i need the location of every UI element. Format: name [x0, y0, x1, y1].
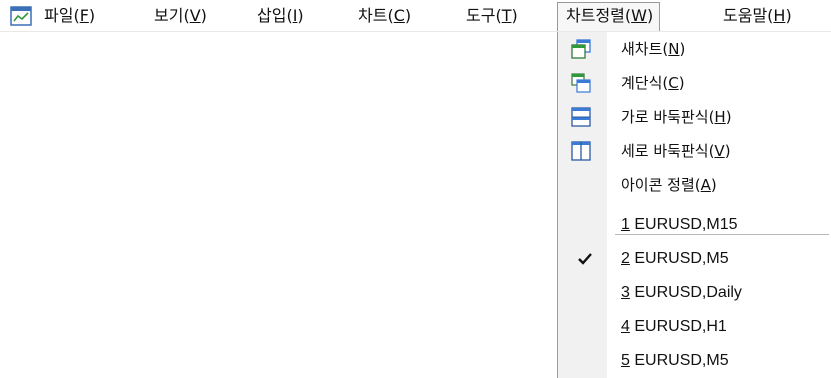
new-window-close: ) [679, 40, 686, 58]
chart-window-icon[interactable] [10, 5, 32, 27]
menu-chart-label: 차트( [358, 6, 394, 25]
arrange-icons-close: ) [710, 176, 717, 194]
menu-help-close: ) [785, 6, 792, 25]
menu-help[interactable]: 도움말(H) [723, 4, 792, 28]
arrange-icons-text: 아이콘 정렬( [621, 176, 701, 194]
menu-item-tile-horizontal[interactable]: 가로 바둑판식(H) [558, 100, 831, 134]
window-3-text: EURUSD,Daily [629, 284, 742, 301]
menu-item-tile-vertical-label: 세로 바둑판식(V) [621, 134, 731, 168]
menu-tools[interactable]: 도구(T) [466, 4, 518, 28]
cascade-accel: C [668, 74, 679, 92]
window-2-accel: 2 [621, 250, 630, 267]
new-window-icon [571, 39, 591, 59]
menu-window-accel: W [631, 6, 647, 25]
menu-item-cascade[interactable]: 계단식(C) [558, 66, 831, 100]
menu-window-close: ) [646, 6, 654, 25]
tile-vertical-text: 세로 바둑판식( [621, 142, 715, 160]
tile-horizontal-close: ) [725, 108, 732, 126]
menu-help-accel: H [773, 6, 786, 25]
window-3-accel: 3 [621, 284, 630, 301]
tile-horizontal-icon [571, 107, 591, 127]
tile-vertical-close: ) [724, 142, 731, 160]
menu-view[interactable]: 보기(V) [154, 4, 207, 28]
window-4-accel: 4 [621, 318, 630, 335]
new-window-accel: N [668, 40, 680, 58]
menu-item-window-4[interactable]: 4 EURUSD,H1 [558, 310, 831, 344]
window-1-text: EURUSD,M15 [629, 216, 738, 233]
checkmark-icon [578, 253, 592, 265]
window-1-label: 1 EURUSD,M15 [621, 208, 737, 242]
menu-item-arrange-icons-label: 아이콘 정렬(A) [621, 168, 717, 202]
window-5-label: 5 EURUSD,M5 [621, 344, 729, 378]
tile-horizontal-text: 가로 바둑판식( [621, 108, 715, 126]
menu-item-new-window[interactable]: 새차트(N) [558, 32, 831, 66]
menu-item-window-1[interactable]: 1 EURUSD,M15 [558, 208, 831, 242]
menu-tools-label: 도구( [466, 6, 502, 25]
menu-help-label: 도움말( [723, 6, 774, 25]
menu-tools-close: ) [511, 6, 518, 25]
arrange-icons-accel: A [700, 176, 711, 194]
menu-insert-close: ) [297, 6, 304, 25]
menu-item-window-2[interactable]: 2 EURUSD,M5 [558, 242, 831, 276]
menu-file-label: 파일( [44, 6, 80, 25]
menu-tools-accel: T [501, 6, 512, 25]
window-2-text: EURUSD,M5 [629, 250, 729, 267]
menu-item-new-window-label: 새차트(N) [621, 32, 685, 66]
menu-file-close: ) [88, 6, 96, 25]
menu-item-window-3[interactable]: 3 EURUSD,Daily [558, 276, 831, 310]
menu-insert-label: 삽입( [257, 6, 293, 25]
window-1-accel: 1 [621, 216, 630, 233]
tile-vertical-icon [571, 141, 591, 161]
menu-window[interactable]: 차트정렬(W) [557, 2, 661, 33]
tile-vertical-accel: V [714, 142, 725, 160]
menu-item-cascade-label: 계단식(C) [621, 66, 685, 100]
cascade-text: 계단식( [621, 74, 669, 92]
menu-insert[interactable]: 삽입(I) [257, 4, 304, 28]
window-3-label: 3 EURUSD,Daily [621, 276, 742, 310]
window-4-label: 4 EURUSD,H1 [621, 310, 727, 344]
menu-item-window-5[interactable]: 5 EURUSD,M5 [558, 344, 831, 378]
window-4-text: EURUSD,H1 [629, 318, 727, 335]
new-window-text: 새차트( [621, 40, 669, 58]
menu-chart-close: ) [404, 6, 412, 25]
window-2-label: 2 EURUSD,M5 [621, 242, 729, 276]
window-5-accel: 5 [621, 352, 630, 369]
menu-item-tile-horizontal-label: 가로 바둑판식(H) [621, 100, 732, 134]
cascade-close: ) [678, 74, 685, 92]
menu-view-label: 보기( [154, 6, 190, 25]
menu-item-arrange-icons[interactable]: 아이콘 정렬(A) [558, 168, 831, 202]
menu-window-label: 차트정렬( [566, 6, 632, 25]
menu-file-accel: F [79, 6, 89, 25]
window-dropdown-menu: 새차트(N) 계단식(C) 가로 바둑판식(H) 세로 바둑판식(V) 아이콘 … [557, 32, 831, 378]
menu-bar: 파일(F) 보기(V) 삽입(I) 차트(C) 도구(T) 차트정렬(W) 도움… [0, 0, 831, 33]
menu-item-tile-vertical[interactable]: 세로 바둑판식(V) [558, 134, 831, 168]
menu-chart-accel: C [393, 6, 405, 25]
cascade-icon [571, 73, 591, 93]
menu-view-accel: V [189, 6, 201, 25]
menu-chart[interactable]: 차트(C) [358, 4, 411, 28]
menu-view-close: ) [200, 6, 207, 25]
tile-horizontal-accel: H [714, 108, 726, 126]
menu-file[interactable]: 파일(F) [44, 4, 95, 28]
window-5-text: EURUSD,M5 [629, 352, 729, 369]
